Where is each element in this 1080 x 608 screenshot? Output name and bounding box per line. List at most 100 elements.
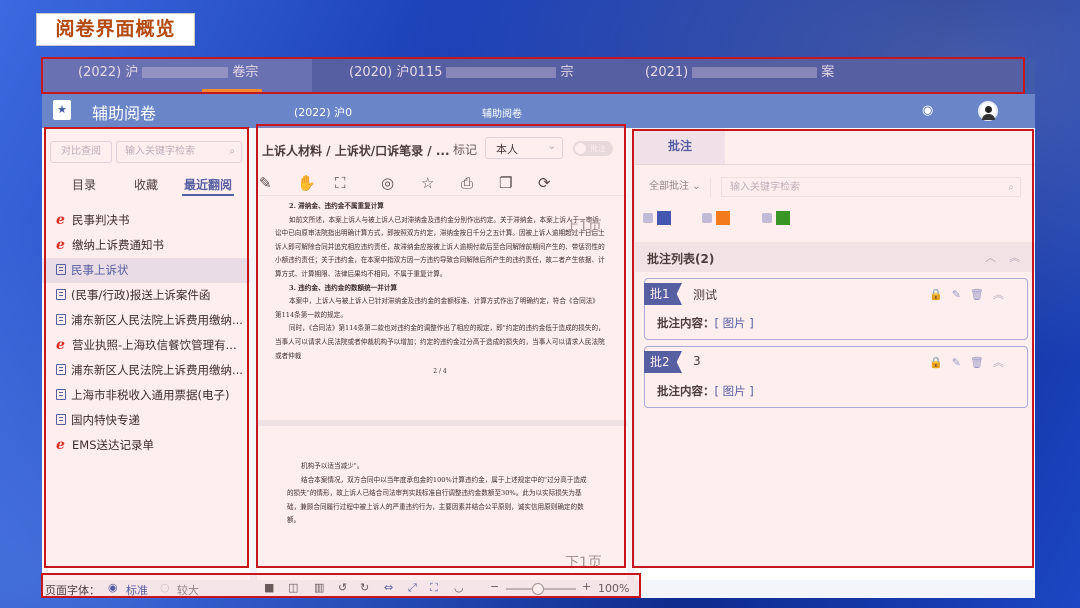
mark-label: 标记 (453, 143, 478, 157)
font-size-label: 页面字体： (45, 584, 100, 597)
double-page-icon[interactable]: ◫ (288, 581, 298, 594)
tab-recent[interactable]: 最近翻阅 (184, 176, 232, 193)
star-icon[interactable]: ☆ (421, 174, 434, 192)
radio-standard-label: 标准 (126, 584, 148, 597)
page-paragraph: 2. 滞纳金、违约金不属重复计算 (289, 202, 384, 210)
doc-tab-1[interactable]: (2022) 沪 卷宗 (42, 58, 312, 94)
doc-tab-1-suffix: 卷宗 (232, 65, 259, 80)
copy-icon[interactable]: ❐ (499, 174, 512, 192)
collapse-icon[interactable]: ︽ (993, 356, 1004, 369)
document-icon (56, 389, 66, 400)
annotation-toggle[interactable]: 批注 (573, 141, 613, 156)
zoom-percent: 100% (598, 582, 630, 595)
select-box-icon[interactable]: ⛶ (335, 174, 346, 192)
triple-page-icon[interactable]: ▥ (314, 581, 324, 594)
hand-pan-icon[interactable]: ✋ (297, 174, 316, 192)
color-checkbox-3[interactable] (762, 213, 772, 223)
refresh-icon[interactable]: ⟳ (538, 174, 551, 192)
left-search-input[interactable]: 输入关键字检索 ⌕ (116, 141, 242, 163)
ie-file-icon: e (56, 237, 65, 253)
page-paragraph: 机构予以适当减少"。 (301, 462, 364, 470)
tab-annotations[interactable]: 批注 (635, 128, 725, 164)
list-item[interactable]: 国内特快专递 (42, 408, 250, 433)
zoom-slider[interactable] (506, 583, 576, 595)
star-document-icon: ★ (53, 100, 71, 120)
lock-icon[interactable]: 🔒 (929, 288, 943, 301)
filter-value: 全部批注 (649, 181, 689, 192)
annotation-search-input[interactable]: 输入关键字检索 ⌕ (721, 177, 1021, 197)
delete-icon[interactable]: 🗑 (970, 356, 984, 369)
blurred-text (142, 67, 229, 78)
tab-catalog[interactable]: 目录 (72, 176, 96, 193)
doc-tab-1-prefix: (2022) 沪 (78, 65, 139, 80)
annotation-card[interactable]: 批1 测试 🔒 ✎ 🗑 ︽ 批注内容：[ 图片 ] (644, 278, 1028, 340)
annotation-panel: 批注 全部批注 ⌄ 输入关键字检索 ⌕ 批注列表(2) ︿ ︽ 批1 测试 🔒 ✎ 🗑… (635, 128, 1035, 580)
list-item[interactable]: 上海市非税收入通用票据(电子) (42, 383, 250, 408)
annotation-filter-select[interactable]: 全部批注 ⌄ (643, 177, 711, 197)
fit-page-icon[interactable]: ⛶ (430, 581, 438, 595)
doc-tab-3-suffix: 案 (821, 65, 835, 80)
radio-standard[interactable]: ◉ (108, 581, 118, 594)
list-item[interactable]: 民事上诉状 (42, 258, 250, 283)
compare-button[interactable]: 对比查阅 (50, 141, 112, 163)
annotation-card[interactable]: 批2 3 🔒 ✎ 🗑 ︽ 批注内容：[ 图片 ] (644, 346, 1028, 408)
fullscreen-icon[interactable]: ⤢ (408, 581, 417, 595)
zoom-out-icon[interactable]: − (490, 580, 499, 593)
prev-page-button[interactable]: 上1页 (565, 216, 602, 236)
color-swatch-orange[interactable] (716, 211, 730, 225)
avatar[interactable] (978, 101, 998, 121)
list-item[interactable]: (民事/行政)报送上诉案件函 (42, 283, 250, 308)
eye-closed-icon[interactable]: ◡ (454, 581, 464, 594)
radio-large[interactable]: ○ (160, 581, 170, 594)
lock-icon[interactable]: 🔒 (929, 356, 943, 369)
list-item[interactable]: 浦东新区人民法院上诉费用缴纳... (42, 358, 250, 383)
annotation-image-link[interactable]: [ 图片 ] (715, 384, 754, 398)
annotation-image-link[interactable]: [ 图片 ] (715, 316, 754, 330)
delete-icon[interactable]: 🗑 (970, 288, 984, 301)
color-checkbox-2[interactable] (702, 213, 712, 223)
color-swatch-blue[interactable] (657, 211, 671, 225)
ie-file-icon: e (56, 337, 65, 353)
list-item[interactable]: e 营业执照-上海玖信餐饮管理有... (42, 333, 250, 358)
stamp-icon[interactable]: ◎ (381, 174, 394, 192)
list-item[interactable]: 浦东新区人民法院上诉费用缴纳... (42, 308, 250, 333)
single-page-icon[interactable]: ■ (264, 581, 274, 594)
zoom-in-icon[interactable]: + (582, 580, 591, 593)
document-icon (56, 289, 66, 300)
collapse-icon[interactable]: ︿ (985, 249, 996, 265)
rotate-left-icon[interactable]: ↺ (338, 581, 347, 594)
search-icon[interactable]: ⌕ (229, 142, 235, 162)
fit-width-icon[interactable]: ⇔ (384, 581, 393, 594)
list-item-label: 民事判决书 (72, 213, 130, 227)
footer-bar: 页面字体： ◉ 标准 ○ 较大 ■ ◫ ▥ ↺ ↻ ⇔ ⤢ ⛶ ◡ − + 10… (42, 580, 1035, 598)
list-item-label: 缴纳上诉费通知书 (72, 238, 164, 252)
app-window: (2022) 沪 卷宗 (2020) 沪0115 宗 (2021) 案 ★ 辅助阅卷 … (42, 58, 1035, 598)
pencil-icon[interactable]: ✎ (259, 174, 272, 192)
rotate-right-icon[interactable]: ↻ (360, 581, 369, 594)
collapse-icon[interactable]: ︽ (993, 288, 1004, 301)
print-icon[interactable]: ⎙ (461, 174, 473, 192)
list-item[interactable]: e EMS送达记录单 (42, 433, 250, 458)
annotation-body: 批注内容：[ 图片 ] (657, 315, 754, 331)
next-page-button[interactable]: 下1页 (565, 552, 602, 572)
doc-tab-3[interactable]: (2021) 案 (645, 58, 905, 94)
list-item[interactable]: e 缴纳上诉费通知书 (42, 233, 250, 258)
color-checkbox-1[interactable] (643, 213, 653, 223)
list-item[interactable]: e 民事判决书 (42, 208, 250, 233)
slide-title: 阅卷界面概览 (36, 13, 195, 46)
doc-tab-2[interactable]: (2020) 沪0115 宗 (349, 58, 609, 94)
app-title: 辅助阅卷 (92, 104, 157, 123)
radio-large-label: 较大 (177, 584, 199, 597)
collapse-all-icon[interactable]: ︽ (1009, 249, 1020, 265)
tab-favorites[interactable]: 收藏 (134, 176, 158, 193)
search-icon[interactable]: ⌕ (1008, 178, 1014, 198)
edit-icon[interactable]: ✎ (952, 288, 961, 301)
eye-icon[interactable]: ◉ (922, 103, 933, 118)
edit-icon[interactable]: ✎ (952, 356, 961, 369)
list-item-label: 浦东新区人民法院上诉费用缴纳... (71, 363, 243, 377)
zoom-slider-handle[interactable] (532, 583, 544, 595)
mark-select[interactable]: 本人 ⌄ (485, 137, 563, 159)
color-swatch-green[interactable] (776, 211, 790, 225)
page-paragraph: 本案中，上诉人与被上诉人已针对滞纳金及违约金的金额标准、计算方式作出了明确约定，… (275, 297, 599, 319)
document-tabs-bar: (2022) 沪 卷宗 (2020) 沪0115 宗 (2021) 案 (42, 58, 1035, 94)
